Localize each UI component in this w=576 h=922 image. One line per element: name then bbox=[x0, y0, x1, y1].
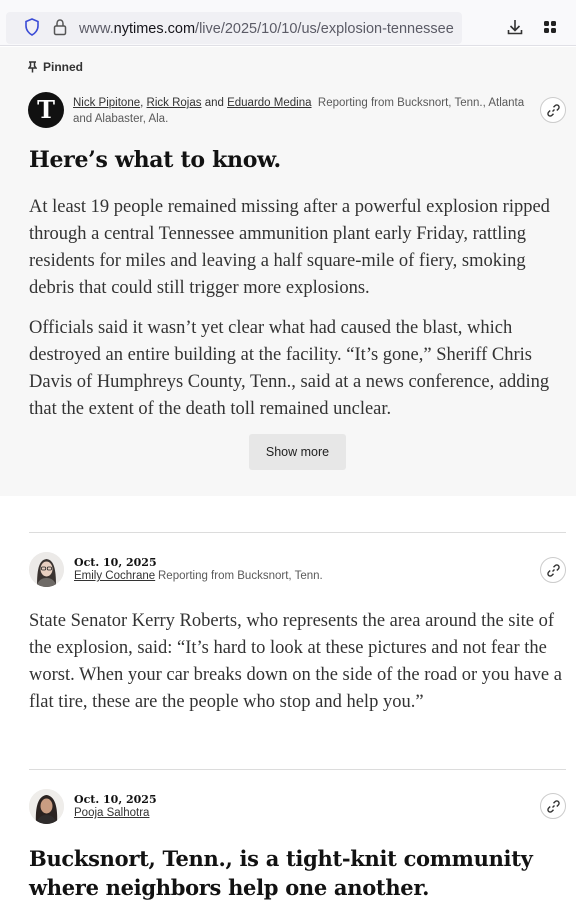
pinned-paragraph-1: At least 19 people remained missing afte… bbox=[29, 197, 550, 298]
pinned-post: Pinned T Nick Pipitone, Rick Rojas and E… bbox=[0, 47, 576, 496]
pin-icon bbox=[28, 61, 37, 73]
pinned-heading: Here’s what to know. bbox=[29, 147, 281, 173]
pinned-label-text: Pinned bbox=[43, 60, 84, 74]
url-domain: nytimes.com bbox=[113, 21, 196, 37]
link-icon bbox=[547, 800, 560, 813]
post-date: Oct. 10, 2025 bbox=[74, 556, 157, 569]
link-icon bbox=[547, 104, 560, 117]
pinned-byline: Nick Pipitone, Rick Rojas and Eduardo Me… bbox=[73, 95, 543, 127]
browser-toolbar: www.nytimes.com/live/2025/10/10/us/explo… bbox=[0, 0, 576, 46]
byline-comma: , bbox=[140, 97, 144, 109]
copy-link-button[interactable] bbox=[540, 557, 566, 583]
url-path: /live/2025/10/10/us/explosion-tennessee bbox=[195, 21, 454, 37]
url-prefix: www. bbox=[79, 21, 114, 37]
avatar bbox=[29, 552, 64, 587]
post-heading: Bucksnort, Tenn., is a tight-knit commun… bbox=[29, 846, 533, 900]
post-divider bbox=[29, 769, 566, 770]
reporting-location: Reporting from Bucksnort, Tenn. bbox=[158, 570, 323, 582]
copy-link-button[interactable] bbox=[540, 97, 566, 123]
lock-icon[interactable] bbox=[52, 18, 68, 36]
show-more-button[interactable]: Show more bbox=[249, 434, 346, 470]
shield-icon[interactable] bbox=[24, 18, 40, 36]
pinned-label: Pinned bbox=[28, 60, 83, 74]
post-divider bbox=[29, 532, 566, 533]
url-text[interactable]: www.nytimes.com/live/2025/10/10/us/explo… bbox=[79, 21, 454, 37]
download-icon[interactable] bbox=[506, 18, 524, 36]
link-icon bbox=[547, 564, 560, 577]
nyt-logo: T bbox=[28, 92, 64, 128]
author-photo-pooja-salhotra bbox=[29, 789, 64, 824]
byline-and: and bbox=[204, 97, 224, 109]
copy-link-button[interactable] bbox=[540, 793, 566, 819]
avatar bbox=[29, 789, 64, 824]
extensions-icon[interactable] bbox=[543, 20, 557, 34]
pinned-paragraph-2: Officials said it wasn’t yet clear what … bbox=[29, 318, 550, 419]
author-link-nick-pipitone[interactable]: Nick Pipitone bbox=[73, 97, 140, 109]
author-link-emily-cochrane[interactable]: Emily Cochrane bbox=[74, 570, 155, 582]
author-link-rick-rojas[interactable]: Rick Rojas bbox=[147, 97, 202, 109]
author-photo-emily-cochrane bbox=[29, 552, 64, 587]
post-date: Oct. 10, 2025 bbox=[74, 793, 157, 806]
post-paragraph: State Senator Kerry Roberts, who represe… bbox=[29, 611, 562, 712]
author-link-eduardo-medina[interactable]: Eduardo Medina bbox=[227, 97, 311, 109]
author-link-pooja-salhotra[interactable]: Pooja Salhotra bbox=[74, 807, 149, 819]
